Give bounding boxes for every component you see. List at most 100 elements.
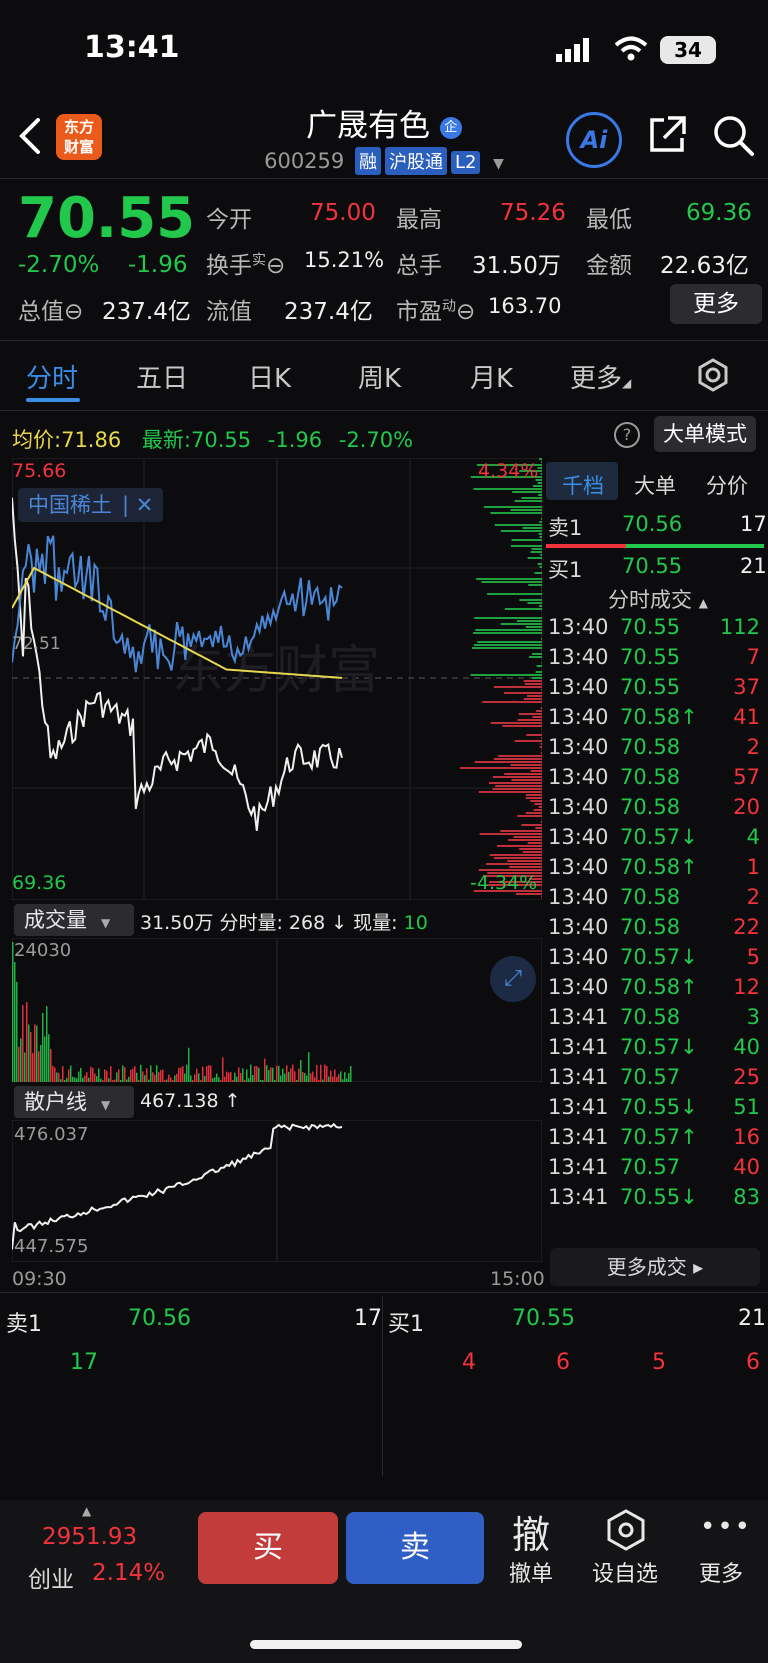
volume-indicator-select[interactable]: 成交量 ▼ <box>14 904 134 936</box>
volume-bar <box>26 1002 28 1082</box>
share-icon[interactable] <box>646 114 688 156</box>
cancel-icon[interactable]: 撤 <box>512 1504 550 1559</box>
volume-bar <box>300 1060 302 1082</box>
volume-bar <box>208 1065 210 1082</box>
volume-bar <box>320 1064 322 1082</box>
expand-icon[interactable]: ⤢ <box>490 956 536 1002</box>
depth-bar <box>529 656 542 658</box>
volume-bar <box>148 1079 150 1082</box>
more-dots-icon[interactable]: ••• <box>700 1512 752 1542</box>
trade-row: 13:40 70.58↑ 12 <box>548 975 760 999</box>
depth-bar <box>510 545 542 547</box>
more-trades-button[interactable]: 更多成交 ▸ <box>550 1248 760 1286</box>
volume-bar <box>330 1070 332 1082</box>
volume-bar <box>210 1065 212 1082</box>
tab-daily-k[interactable]: 日K <box>248 358 291 395</box>
volume-bar <box>310 1073 312 1082</box>
depth-bar <box>534 803 542 805</box>
volume-bar <box>350 1065 352 1082</box>
chevron-down-icon[interactable]: ▼ <box>493 156 504 172</box>
tab-more[interactable]: 更多◢ <box>570 358 631 395</box>
depth-bar <box>475 629 542 631</box>
volume-bar <box>238 1067 240 1082</box>
overlay-chip[interactable]: 中国稀土 | ✕ <box>18 488 164 522</box>
trade-row: 13:40 70.55 112 <box>548 615 760 639</box>
depth-bar <box>527 842 542 844</box>
retail-indicator-select[interactable]: 散户线 ▼ <box>14 1086 134 1118</box>
more-button[interactable]: 更多 <box>686 1556 756 1588</box>
depth-bar <box>524 683 542 685</box>
depth-bar <box>537 482 542 484</box>
depth-bar <box>485 863 542 865</box>
add-watchlist-button[interactable]: 设自选 <box>590 1556 660 1588</box>
tab-weekly-k[interactable]: 周K <box>358 358 401 395</box>
volume-bar <box>298 1068 300 1082</box>
volume-bar <box>214 1077 216 1082</box>
tab-depth[interactable]: 千档 <box>562 470 604 500</box>
amount-value: 22.63亿 <box>660 253 749 279</box>
tab-monthly-k[interactable]: 月K <box>470 358 513 395</box>
depth-bar <box>528 584 542 586</box>
depth-bar <box>532 716 542 718</box>
depth-bar <box>508 839 542 841</box>
trade-row: 13:41 70.58 3 <box>548 1005 760 1029</box>
index-pct[interactable]: 2.14% <box>92 1560 165 1586</box>
trades-title[interactable]: 分时成交 ▲ <box>608 584 708 614</box>
expand-up-icon[interactable]: ▲ <box>82 1504 91 1518</box>
y-min-label: 69.36 <box>12 872 67 894</box>
quote-more-button[interactable]: 更多 <box>670 284 762 324</box>
volume-bar <box>322 1079 324 1082</box>
depth-bar <box>539 605 542 607</box>
volume-bar <box>142 1071 144 1082</box>
low-value: 69.36 <box>686 200 752 226</box>
help-icon[interactable]: ? <box>614 422 640 448</box>
cancel-order-button[interactable]: 撤单 <box>496 1556 566 1588</box>
volume-bar <box>302 1072 304 1082</box>
volume-bar <box>192 1080 194 1082</box>
volume-chart[interactable] <box>12 938 542 1082</box>
volume-bar <box>130 1069 132 1082</box>
volume-bar <box>190 1075 192 1082</box>
volume-bar <box>76 1078 78 1082</box>
volume-bar <box>270 1067 272 1082</box>
depth-bar <box>500 623 542 625</box>
tab-5day[interactable]: 五日 <box>136 358 188 395</box>
depth-bar <box>510 509 542 511</box>
volume-bar <box>348 1072 350 1082</box>
ai-button[interactable]: Ai <box>566 112 622 168</box>
buy-button[interactable]: 买 <box>198 1512 338 1584</box>
depth-bar <box>536 710 542 712</box>
retail-chart[interactable] <box>12 1120 542 1262</box>
tab-intraday[interactable]: 分时 <box>26 358 78 395</box>
volume-bar <box>306 1075 308 1082</box>
big-order-mode-button[interactable]: 大单模式 <box>654 416 756 452</box>
add-watchlist-icon[interactable] <box>604 1508 648 1552</box>
volume-bar <box>20 1038 22 1082</box>
depth-bar <box>487 593 542 595</box>
index-name[interactable]: 创业 <box>28 1560 74 1594</box>
depth-bar <box>541 887 542 889</box>
trade-row: 13:41 70.57 40 <box>548 1155 760 1179</box>
search-icon[interactable] <box>712 114 756 158</box>
volume-bar <box>40 1045 42 1082</box>
settings-icon[interactable] <box>696 358 730 392</box>
index-value[interactable]: 2951.93 <box>42 1524 137 1550</box>
depth-bar <box>541 662 542 664</box>
tab-big-orders[interactable]: 大单 <box>634 470 676 500</box>
volume-bar <box>56 1072 58 1082</box>
volume-bar <box>44 1036 46 1082</box>
retail-min-label: 447.575 <box>14 1236 89 1257</box>
trade-row: 13:40 70.58 22 <box>548 915 760 939</box>
volume-bar <box>62 1066 64 1082</box>
tab-price-dist[interactable]: 分价 <box>706 470 748 500</box>
volume-bar <box>108 1078 110 1082</box>
sell-button[interactable]: 卖 <box>346 1512 484 1584</box>
volume-bar <box>152 1072 154 1082</box>
intraday-chart[interactable]: 东方财富 <box>12 458 542 900</box>
volume-bar <box>266 1065 268 1082</box>
depth-bar <box>535 671 542 673</box>
volume-bar <box>282 1068 284 1082</box>
trade-list[interactable]: 13:40 70.55 112 13:40 70.55 7 13:40 70.55 37 13:4… <box>544 612 768 1252</box>
volume-bar <box>304 1073 306 1082</box>
depth-bar <box>507 860 542 862</box>
